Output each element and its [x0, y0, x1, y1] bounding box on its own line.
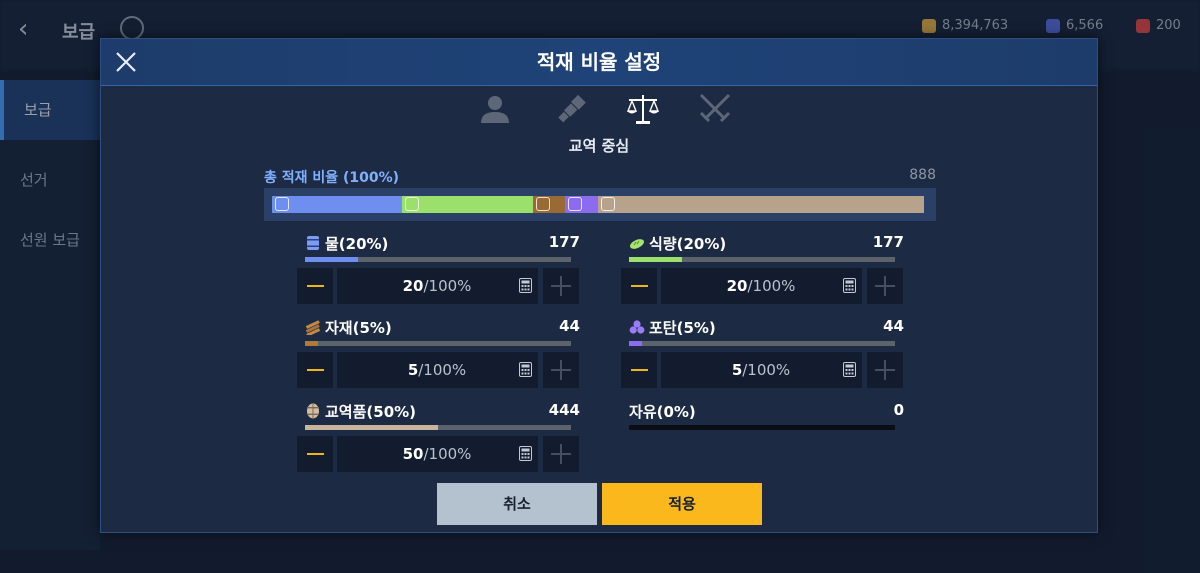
water-barrel-icon: [307, 236, 319, 250]
decrease-button[interactable]: [297, 436, 333, 472]
resource-progress-fill: [629, 257, 683, 262]
resource-count: 44: [559, 317, 580, 335]
resource-count: 44: [883, 317, 904, 335]
decrease-button[interactable]: [297, 352, 333, 388]
ratio-segment: [532, 196, 566, 213]
close-icon: [116, 52, 136, 72]
calculator-icon[interactable]: [843, 278, 856, 293]
resource-progress-fill: [305, 425, 438, 430]
bread-icon: [405, 197, 420, 211]
cannonball-icon: [568, 197, 583, 211]
resource-name: 포탄(5%): [649, 319, 716, 337]
close-button[interactable]: [113, 49, 139, 75]
resource-progress: [629, 425, 895, 430]
bread-icon: [629, 239, 645, 249]
total-ratio-label: 총 적재 비율 (100%): [264, 170, 400, 186]
resource-name: 교역품(50%): [325, 403, 417, 421]
resource-progress-fill: [305, 341, 319, 346]
resource-progress: [305, 341, 571, 346]
trade-barrel-icon: [600, 197, 615, 211]
lumber-icon: [535, 197, 550, 211]
increase-button[interactable]: [867, 268, 903, 304]
resource-name: 자재(5%): [325, 319, 392, 337]
ratio-input[interactable]: 5/100%: [337, 352, 538, 388]
ratio-segment: [565, 196, 598, 213]
lumber-icon: [305, 320, 321, 335]
cancel-button[interactable]: 취소: [437, 483, 597, 525]
increase-button[interactable]: [543, 268, 579, 304]
decrease-button[interactable]: [621, 268, 657, 304]
resource-name: 자유(0%): [629, 403, 696, 421]
scales-icon: [626, 95, 660, 124]
ratio-input[interactable]: 50/100%: [337, 436, 538, 472]
mode-label: 교역 중심: [568, 137, 630, 155]
ratio-denominator: /100%: [423, 277, 472, 295]
resource-count: 177: [548, 233, 580, 251]
apply-button[interactable]: 적용: [602, 483, 762, 525]
ratio-value: 20: [726, 277, 748, 295]
resource-count: 0: [893, 401, 904, 419]
ratio-denominator: /100%: [747, 277, 796, 295]
ratio-value: 5: [731, 361, 743, 379]
cannonball-icon: [629, 320, 645, 334]
ratio-input[interactable]: 20/100%: [337, 268, 538, 304]
crossed-swords-icon: [699, 93, 731, 123]
total-capacity: 888: [909, 167, 936, 183]
decrease-button[interactable]: [297, 268, 333, 304]
mode-spyglass[interactable]: [553, 91, 589, 127]
ratio-input[interactable]: 20/100%: [661, 268, 862, 304]
resource-material: 자재(5%) 44 5/100%: [297, 317, 580, 388]
calculator-icon[interactable]: [519, 362, 532, 377]
resource-progress: [629, 341, 895, 346]
ratio-segment: [597, 196, 924, 213]
calculator-icon[interactable]: [519, 446, 532, 461]
resource-progress: [629, 257, 895, 262]
ratio-value: 5: [407, 361, 419, 379]
mode-person[interactable]: [477, 91, 513, 127]
person-icon: [481, 96, 509, 123]
resource-cannonball: 포탄(5%) 44 5/100%: [621, 317, 904, 388]
ratio-input[interactable]: 5/100%: [661, 352, 862, 388]
load-ratio-dialog: 적재 비율 설정 교역 중심 총 적재 비율 (100%) 888 물(20%)…: [100, 38, 1098, 533]
total-ratio-bar: [264, 188, 936, 221]
trade-barrel-icon: [307, 403, 319, 419]
water-barrel-icon: [275, 197, 289, 211]
resource-name: 식량(20%): [649, 235, 727, 253]
resource-water: 물(20%) 177 20/100%: [297, 233, 580, 304]
resource-progress-fill: [629, 341, 643, 346]
mode-scales[interactable]: [625, 91, 661, 127]
ratio-denominator: /100%: [423, 445, 472, 463]
resource-progress: [305, 257, 571, 262]
dialog-title: 적재 비율 설정: [536, 50, 662, 74]
resource-food: 식량(20%) 177 20/100%: [621, 233, 904, 304]
increase-button[interactable]: [543, 352, 579, 388]
resource-progress: [305, 425, 571, 430]
resource-count: 177: [872, 233, 904, 251]
ratio-denominator: /100%: [742, 361, 791, 379]
resource-free: 자유(0%) 0: [629, 401, 904, 430]
mode-selector: [477, 91, 737, 131]
increase-button[interactable]: [867, 352, 903, 388]
increase-button[interactable]: [543, 436, 579, 472]
mode-crossed-swords[interactable]: [697, 91, 733, 127]
calculator-icon[interactable]: [843, 362, 856, 377]
ratio-segment: [272, 196, 403, 213]
spyglass-icon: [558, 94, 586, 123]
ratio-segment: [402, 196, 533, 213]
decrease-button[interactable]: [621, 352, 657, 388]
ratio-value: 20: [402, 277, 424, 295]
calculator-icon[interactable]: [519, 278, 532, 293]
resource-progress-fill: [305, 257, 359, 262]
resource-count: 444: [548, 401, 580, 419]
ratio-value: 50: [402, 445, 424, 463]
resource-name: 물(20%): [325, 235, 389, 253]
ratio-denominator: /100%: [418, 361, 467, 379]
total-ratio-segments: [272, 196, 924, 213]
resource-trade-goods: 교역품(50%) 444 50/100%: [297, 401, 580, 472]
